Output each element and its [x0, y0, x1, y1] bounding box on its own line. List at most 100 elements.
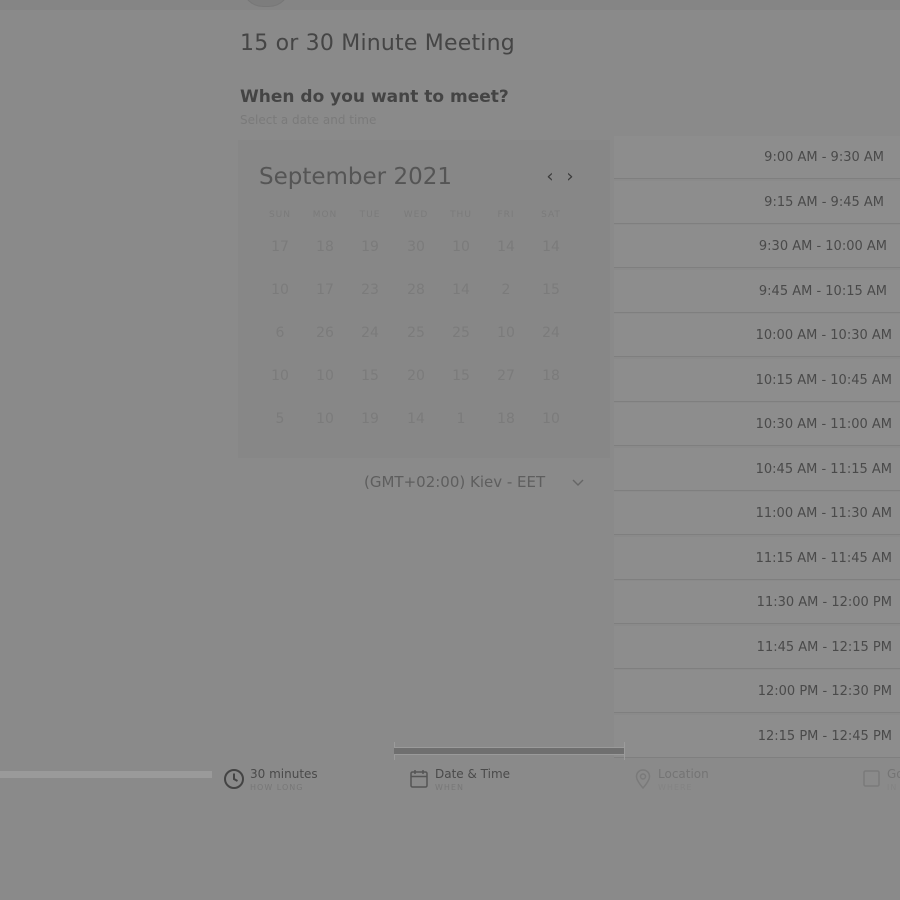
calendar-day[interactable]: 26	[308, 318, 342, 348]
step-subtitle: IN	[887, 783, 898, 792]
time-slot-label: 12:00 PM - 12:30 PM	[757, 684, 892, 699]
timezone-select[interactable]: (GMT+02:00) Kiev - EET	[364, 473, 545, 491]
calendar-day[interactable]: 15	[353, 361, 387, 391]
time-slot[interactable]: 10:15 AM - 10:45 AM	[614, 358, 900, 402]
month-label: September 2021	[259, 164, 452, 190]
calendar-day[interactable]: 25	[399, 318, 433, 348]
calendar-day[interactable]: 18	[534, 361, 568, 391]
calendar-day[interactable]: 30	[399, 232, 433, 262]
weekday-label: SAT	[541, 210, 561, 220]
weekday-label: FRI	[497, 210, 515, 220]
time-slot[interactable]: 9:30 AM - 10:00 AM	[614, 225, 900, 268]
calendar-day[interactable]: 15	[534, 275, 568, 305]
time-slot[interactable]: 11:00 AM - 11:30 AM	[614, 492, 900, 535]
calendar-day[interactable]: 18	[308, 232, 342, 262]
step-title: Location	[658, 767, 709, 781]
weekday-label: TUE	[359, 210, 381, 220]
calendar-day[interactable]: 17	[308, 275, 342, 305]
day-grid: 17 18 19 30 10 14 14 10 17 23 28 14 2 15…	[260, 232, 596, 447]
booking-steps: 30 minutes HOW LONG Date & Time WHEN Loc…	[0, 756, 900, 800]
calendar-day[interactable]: 14	[399, 404, 433, 434]
time-slot-label: 10:15 AM - 10:45 AM	[755, 372, 892, 388]
time-slot[interactable]: 9:00 AM - 9:30 AM	[614, 136, 900, 179]
time-slot[interactable]: 11:30 AM - 12:00 PM	[614, 581, 900, 624]
checkbox-icon	[861, 768, 883, 790]
top-bar	[0, 0, 900, 10]
weekday-header: SUN MON TUE WED THU FRI SAT	[260, 210, 596, 224]
calendar-day[interactable]: 6	[263, 318, 297, 348]
time-slot[interactable]: 9:45 AM - 10:15 AM	[614, 269, 900, 313]
location-pin-icon	[633, 768, 655, 790]
time-slot[interactable]: 10:30 AM - 11:00 AM	[614, 403, 900, 446]
time-slot-label: 11:00 AM - 11:30 AM	[755, 506, 892, 521]
calendar-day[interactable]: 14	[534, 232, 568, 262]
calendar-day[interactable]: 10	[263, 275, 297, 305]
step-subtitle: WHERE	[658, 783, 693, 792]
time-slot[interactable]: 10:45 AM - 11:15 AM	[614, 447, 900, 491]
page-title: 15 or 30 Minute Meeting	[240, 31, 515, 56]
time-slot-label: 10:45 AM - 11:15 AM	[755, 461, 892, 477]
time-slot-label: 9:45 AM - 10:15 AM	[758, 283, 887, 299]
time-slot[interactable]: 10:00 AM - 10:30 AM	[614, 314, 900, 357]
chevron-down-icon[interactable]	[571, 476, 585, 490]
calendar-day[interactable]: 28	[399, 275, 433, 305]
calendar-day[interactable]: 23	[353, 275, 387, 305]
step-subtitle: HOW LONG	[250, 783, 304, 792]
time-slot[interactable]: 12:15 PM - 12:45 PM	[614, 714, 900, 758]
scrollbar-track[interactable]	[394, 747, 624, 755]
weekday-label: WED	[403, 210, 429, 220]
calendar-day[interactable]: 19	[353, 404, 387, 434]
calendar-day[interactable]: 18	[489, 404, 523, 434]
calendar-day[interactable]: 17	[263, 232, 297, 262]
section-heading: When do you want to meet?	[240, 87, 509, 107]
calendar-day[interactable]: 14	[444, 275, 478, 305]
calendar-day[interactable]: 10	[444, 232, 478, 262]
calendar-day[interactable]: 25	[444, 318, 478, 348]
time-slot-list: 9:00 AM - 9:30 AM 9:15 AM - 9:45 AM 9:30…	[614, 136, 900, 758]
section-instruction: Select a date and time	[240, 113, 377, 127]
step-title: Go	[887, 767, 900, 781]
step-confirm[interactable]: Go IN	[861, 766, 900, 800]
calendar-day[interactable]: 24	[534, 318, 568, 348]
time-slot[interactable]: 12:00 PM - 12:30 PM	[614, 670, 900, 713]
time-slot-label: 11:45 AM - 12:15 PM	[756, 639, 892, 655]
calendar-day[interactable]: 10	[308, 404, 342, 434]
step-title: Date & Time	[435, 767, 511, 781]
calendar-day[interactable]: 27	[489, 361, 523, 391]
time-slot-label: 11:15 AM - 11:45 AM	[755, 550, 892, 566]
time-slot[interactable]: 11:15 AM - 11:45 AM	[614, 536, 900, 580]
step-title: 30 minutes	[250, 767, 318, 781]
calendar-day[interactable]: 24	[353, 318, 387, 348]
calendar-day[interactable]: 5	[263, 404, 297, 434]
time-slot-label: 9:15 AM - 9:45 AM	[764, 194, 884, 210]
calendar-day[interactable]: 10	[308, 361, 342, 391]
step-duration[interactable]: 30 minutes HOW LONG	[223, 766, 343, 800]
time-slot-label: 9:00 AM - 9:30 AM	[764, 150, 884, 165]
calendar-day[interactable]: 19	[353, 232, 387, 262]
calendar-day[interactable]: 10	[489, 318, 523, 348]
calendar-day[interactable]: 14	[489, 232, 523, 262]
chevron-left-icon[interactable]: ‹	[541, 166, 559, 188]
clock-icon	[223, 768, 245, 790]
time-slot-label: 9:30 AM - 10:00 AM	[758, 239, 887, 254]
calendar-day[interactable]: 20	[399, 361, 433, 391]
weekday-label: THU	[450, 210, 472, 220]
step-subtitle: WHEN	[435, 783, 464, 792]
chevron-right-icon[interactable]: ›	[561, 166, 579, 188]
weekday-label: MON	[312, 210, 338, 220]
calendar-day[interactable]: 15	[444, 361, 478, 391]
time-slot[interactable]: 11:45 AM - 12:15 PM	[614, 625, 900, 669]
calendar-day[interactable]: 10	[534, 404, 568, 434]
calendar-day[interactable]: 2	[489, 275, 523, 305]
time-slot-label: 10:30 AM - 11:00 AM	[755, 417, 892, 432]
calendar-day[interactable]: 10	[263, 361, 297, 391]
date-picker: September 2021 ‹ › SUN MON TUE WED THU F…	[238, 140, 610, 458]
calendar-day[interactable]: 1	[444, 404, 478, 434]
calendar-icon	[409, 768, 431, 790]
time-slot[interactable]: 9:15 AM - 9:45 AM	[614, 180, 900, 224]
time-slot-label: 11:30 AM - 12:00 PM	[756, 595, 892, 610]
step-location[interactable]: Location WHERE	[633, 766, 753, 800]
time-slot-label: 10:00 AM - 10:30 AM	[755, 328, 892, 343]
step-date-time[interactable]: Date & Time WHEN	[409, 766, 549, 800]
weekday-label: SUN	[268, 210, 292, 220]
